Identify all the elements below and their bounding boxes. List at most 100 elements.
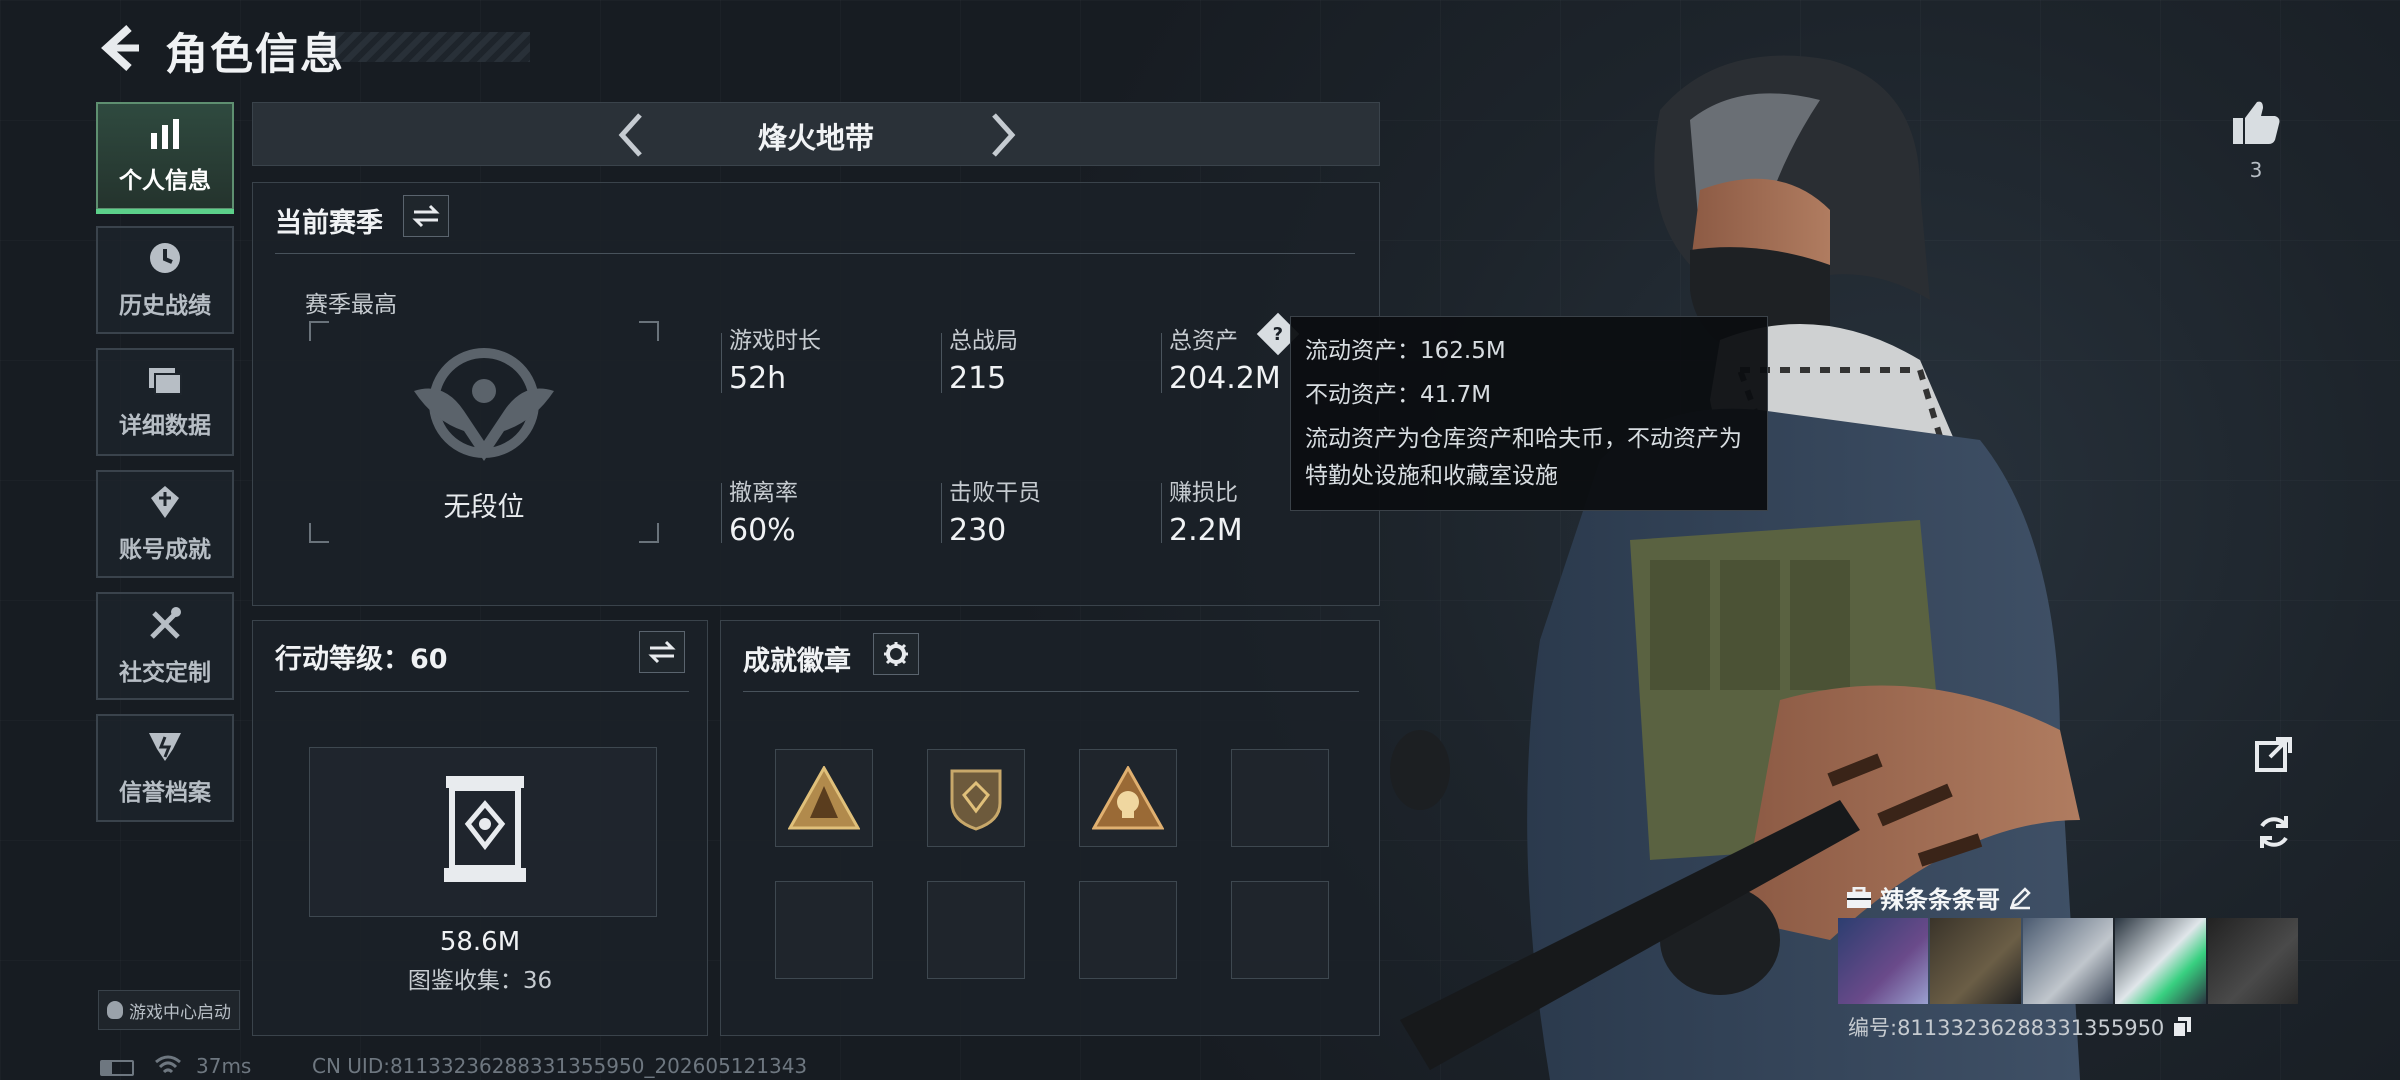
stat-value-total-assets: 204.2M — [1169, 361, 1281, 396]
card-thumbnail — [1930, 918, 2021, 1004]
briefcase-icon — [1847, 886, 1871, 908]
refresh-button[interactable] — [2248, 806, 2300, 858]
sidebar-item-label: 详细数据 — [119, 413, 211, 439]
sidebar-item-label: 信誉档案 — [119, 780, 211, 806]
bar-chart-icon — [151, 119, 179, 149]
badge-slot[interactable] — [1231, 881, 1329, 979]
badge-slot[interactable] — [927, 881, 1025, 979]
stat-label-total-assets: 总资产 — [1169, 328, 1238, 354]
divider — [721, 333, 722, 393]
badges-settings-button[interactable] — [873, 633, 919, 675]
like-button[interactable] — [2230, 96, 2282, 148]
share-button[interactable] — [2248, 728, 2300, 780]
action-level-panel: 行动等级：60 58.6M 图鉴收集：36 — [252, 620, 708, 1036]
season-panel: 当前赛季 赛季最高 无段位 游戏时长 52h 总战局 215 总资产 ? 204… — [252, 182, 1380, 606]
badge-slot[interactable] — [1079, 881, 1177, 979]
badge-slot[interactable] — [775, 881, 873, 979]
player-name-row: 辣条条条哥 — [1846, 880, 2032, 915]
edit-icon[interactable] — [2008, 886, 2032, 910]
ping-text: 37ms — [196, 1054, 252, 1078]
page-title: 角色信息 — [165, 30, 345, 80]
badge-slot[interactable] — [1079, 749, 1177, 847]
rank-emblem-icon — [414, 348, 554, 461]
stat-value-extraction-rate: 60% — [729, 513, 796, 548]
action-level-value: 58.6M — [439, 927, 521, 957]
card-thumbnail — [2022, 918, 2114, 1004]
badge-slot[interactable] — [775, 749, 873, 847]
rank-frame: 无段位 — [309, 321, 659, 543]
card-thumbnail — [1838, 918, 1929, 1004]
stat-value-profit-ratio: 2.2M — [1169, 513, 1243, 548]
shield-badge-icon — [950, 769, 1002, 831]
thumbs-up-icon — [2233, 101, 2280, 144]
collection-display-icon — [444, 776, 526, 882]
stat-value-total-matches: 215 — [949, 361, 1007, 396]
stat-value-play-time: 52h — [729, 361, 787, 396]
assets-tooltip: 流动资产：162.5M 不动资产：41.7M 流动资产为仓库资产和哈夫币，不动资… — [1290, 316, 1768, 511]
action-level-title: 行动等级：60 — [275, 644, 448, 675]
like-count: 3 — [2249, 158, 2263, 182]
sidebar-item-social[interactable]: 社交定制 — [96, 592, 234, 700]
swap-icon — [648, 640, 676, 664]
season-best-label: 赛季最高 — [305, 292, 397, 318]
badge-slot[interactable] — [927, 749, 1025, 847]
divider — [941, 333, 942, 393]
sidebar-item-history[interactable]: 历史战绩 — [96, 226, 234, 334]
divider — [721, 483, 722, 543]
stat-label-extraction-rate: 撤离率 — [729, 480, 798, 506]
action-level-switch-button[interactable] — [639, 631, 685, 673]
player-card-gallery[interactable] — [1838, 918, 2299, 1004]
divider — [275, 691, 689, 692]
rank-text: 无段位 — [443, 492, 525, 523]
sidebar-item-achievements[interactable]: 账号成就 — [96, 470, 234, 578]
title-decoration — [320, 32, 530, 62]
divider — [743, 691, 1359, 692]
chevron-right-icon — [992, 113, 1016, 157]
gear-icon — [884, 642, 908, 666]
collection-count: 图鉴收集：36 — [407, 968, 553, 994]
sidebar-item-label: 账号成就 — [119, 537, 211, 563]
game-center-label: 游戏中心启动 — [129, 1002, 231, 1023]
badges-title: 成就徽章 — [743, 646, 851, 677]
folder-icon — [149, 368, 182, 395]
sidebar-item-label: 历史战绩 — [119, 293, 211, 319]
back-button[interactable] — [96, 22, 146, 74]
badges-panel: 成就徽章 — [720, 620, 1380, 1036]
card-thumbnail — [2207, 918, 2299, 1004]
stat-label-profit-ratio: 赚损比 — [1169, 480, 1238, 506]
season-title: 当前赛季 — [275, 208, 383, 239]
stat-label-kills: 击败干员 — [949, 480, 1041, 506]
skull-badge-icon — [1092, 766, 1164, 830]
uid-text: CN UID:81133236288331355950_202605121343 — [312, 1054, 808, 1078]
achievement-icon — [151, 486, 179, 518]
wifi-icon — [155, 1055, 181, 1074]
player-name: 辣条条条哥 — [1880, 886, 2000, 914]
sidebar-item-details[interactable]: 详细数据 — [96, 348, 234, 456]
copy-icon[interactable] — [2172, 1016, 2192, 1038]
divider — [1161, 483, 1162, 543]
penguin-icon — [107, 1001, 123, 1019]
tooltip-description: 流动资产为仓库资产和哈夫币，不动资产为特勤处设施和收藏室设施 — [1305, 426, 1742, 489]
stat-label-play-time: 游戏时长 — [729, 328, 821, 354]
shield-icon — [149, 733, 181, 761]
swap-icon — [412, 204, 440, 228]
next-map-button[interactable] — [979, 111, 1027, 159]
game-center-button[interactable]: 游戏中心启动 — [98, 990, 240, 1030]
triangle-badge-icon — [788, 766, 860, 830]
tooltip-liquid-assets: 流动资产：162.5M — [1305, 338, 1506, 364]
refresh-icon — [2260, 816, 2288, 848]
card-thumbnail — [2115, 918, 2206, 1004]
sidebar-item-reputation[interactable]: 信誉档案 — [96, 714, 234, 822]
sidebar-item-personal-info[interactable]: 个人信息 — [96, 102, 234, 214]
player-id-row: 编号:81133236288331355950 — [1848, 1012, 2192, 1042]
tooltip-fixed-assets: 不动资产：41.7M — [1305, 382, 1492, 408]
clock-icon — [150, 243, 180, 273]
sidebar-item-label: 个人信息 — [119, 168, 211, 194]
map-name: 烽火地带 — [757, 121, 874, 155]
tools-icon — [150, 607, 181, 639]
season-switch-button[interactable] — [403, 195, 449, 237]
badge-slot[interactable] — [1231, 749, 1329, 847]
player-id: 编号:81133236288331355950 — [1848, 1016, 2165, 1040]
collection-frame — [309, 747, 657, 917]
sidebar-item-label: 社交定制 — [119, 660, 211, 686]
